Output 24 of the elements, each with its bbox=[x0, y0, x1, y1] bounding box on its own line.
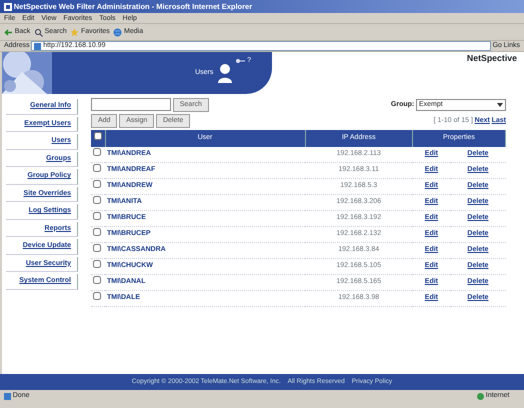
dropdown-arrow-icon bbox=[497, 102, 503, 107]
row-checkbox[interactable] bbox=[93, 164, 101, 172]
row-checkbox[interactable] bbox=[93, 260, 101, 268]
row-checkbox[interactable] bbox=[93, 292, 101, 300]
search-field[interactable] bbox=[91, 98, 171, 110]
row-checkbox[interactable] bbox=[93, 212, 101, 220]
key-icon bbox=[236, 58, 246, 64]
row-checkbox[interactable] bbox=[93, 244, 101, 252]
row-checkbox[interactable] bbox=[93, 180, 101, 188]
row-checkbox[interactable] bbox=[93, 228, 101, 236]
page-icon bbox=[34, 42, 42, 50]
page-icon bbox=[4, 393, 11, 400]
logo-text: NetSpective bbox=[466, 52, 517, 65]
user-silhouette-icon bbox=[216, 63, 233, 83]
globe-icon bbox=[113, 28, 122, 36]
browser-icon bbox=[4, 2, 12, 10]
globe-icon bbox=[477, 393, 484, 400]
row-checkbox[interactable] bbox=[93, 148, 101, 156]
row-checkbox[interactable] bbox=[93, 276, 101, 284]
back-arrow-icon bbox=[4, 28, 13, 36]
select-all-checkbox[interactable] bbox=[94, 132, 102, 140]
magnifier-icon bbox=[34, 28, 43, 36]
star-icon bbox=[70, 28, 80, 36]
row-checkbox[interactable] bbox=[93, 196, 101, 204]
